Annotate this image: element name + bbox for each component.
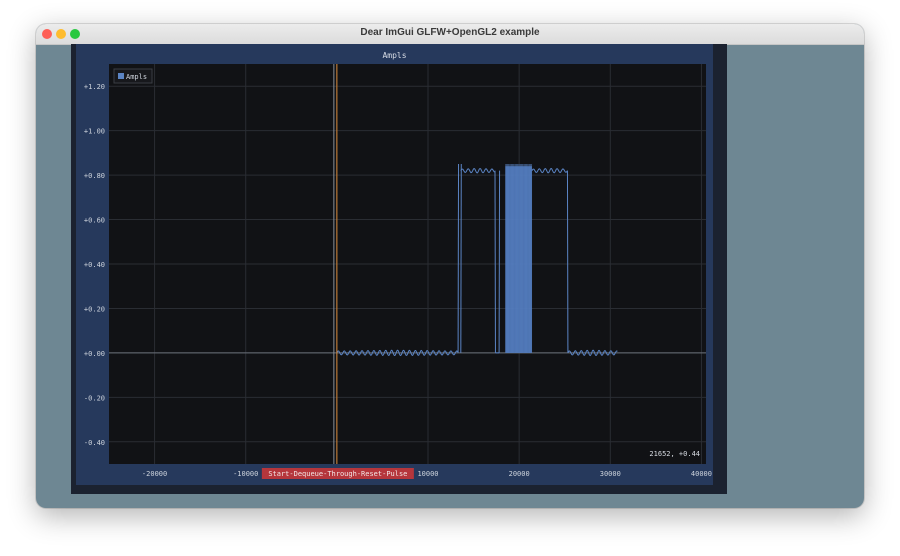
y-tick-label: +0.00 — [84, 350, 105, 358]
y-tick-label: +0.20 — [84, 305, 105, 313]
y-tick-label: -0.20 — [84, 394, 105, 402]
y-tick-label: +1.00 — [84, 128, 105, 136]
legend-label: Ampls — [126, 73, 147, 81]
y-tick-label: +0.80 — [84, 172, 105, 180]
plot-canvas[interactable]: +1.20 +1.00 +0.80 +0.60 +0.40 +0.20 +0.00 -0.20… — [76, 44, 713, 485]
plot-frame: Ampls +1.20 +1.00 +0.80 +0.60 +0.40 +0.20 +0.0… — [76, 44, 713, 485]
window-title: Dear ImGui GLFW+OpenGL2 example — [360, 27, 540, 38]
mouse-coordinate-readout: 21652, +0.44 — [649, 450, 700, 458]
x-tick-label: -10000 — [233, 470, 258, 478]
x-tick-label: 10000 — [417, 470, 438, 478]
x-tick-label: 30000 — [600, 470, 621, 478]
y-tick-label: +0.60 — [84, 217, 105, 225]
app-window: Dear ImGui GLFW+OpenGL2 example Ampls +1… — [36, 24, 864, 508]
tag-label: Start-Dequeue-Through-Reset-Pulse — [268, 470, 407, 478]
x-tick-label: 40000 — [691, 470, 712, 478]
y-tick-label: +0.40 — [84, 261, 105, 269]
title-bar[interactable]: Dear ImGui GLFW+OpenGL2 example — [36, 24, 864, 45]
legend-swatch — [118, 73, 124, 79]
y-tick-label: -0.40 — [84, 439, 105, 447]
x-tick-label: 20000 — [509, 470, 530, 478]
x-tick-label: -20000 — [142, 470, 167, 478]
imgui-window[interactable]: Ampls +1.20 +1.00 +0.80 +0.60 +0.40 +0.20 +0.0… — [71, 44, 727, 494]
y-tick-label: +1.20 — [84, 83, 105, 91]
